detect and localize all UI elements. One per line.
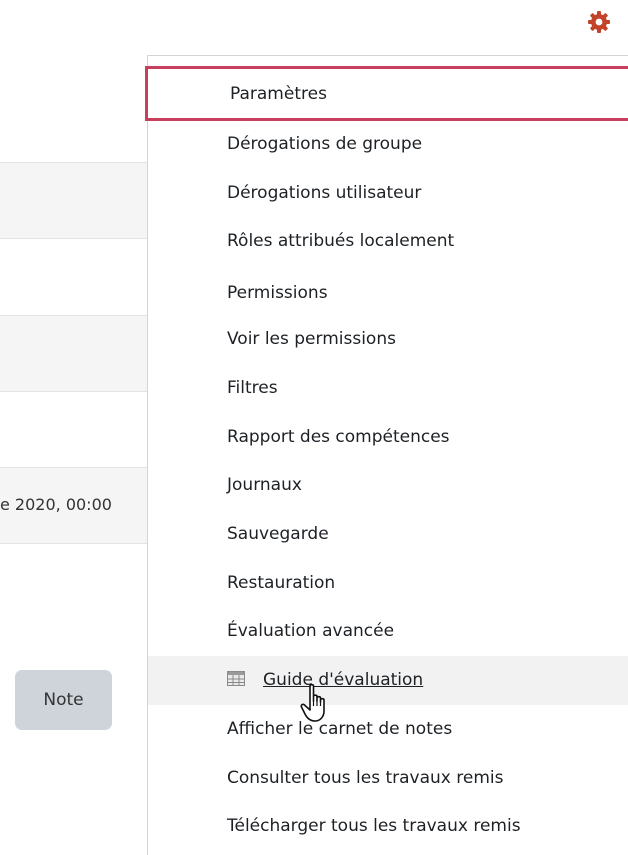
menu-item-telecharger-travaux[interactable]: Télécharger tous les travaux remis [148, 802, 628, 851]
hand-pointer-icon [300, 683, 325, 722]
menu-item-filtres[interactable]: Filtres [148, 364, 628, 413]
menu-item-guide-evaluation[interactable]: Guide d'évaluation [148, 656, 628, 705]
menu-item-permissions[interactable]: Permissions [148, 269, 628, 318]
menu-item-evaluation-avancee[interactable]: Évaluation avancée [148, 607, 628, 656]
gear-icon[interactable] [587, 10, 611, 34]
menu-item-derogations-groupe[interactable]: Dérogations de groupe [148, 120, 628, 169]
menu-item-rapport-competences[interactable]: Rapport des compétences [148, 413, 628, 462]
menu-item-consulter-travaux[interactable]: Consulter tous les travaux remis [148, 754, 628, 803]
menu-item-carnet-notes[interactable]: Afficher le carnet de notes [148, 705, 628, 754]
menu-item-sauvegarde[interactable]: Sauvegarde [148, 510, 628, 559]
menu-item-voir-permissions[interactable]: Voir les permissions [148, 315, 628, 364]
menu-item-roles-attribues[interactable]: Rôles attribués localement [148, 217, 628, 266]
menu-item-derogations-utilisateur[interactable]: Dérogations utilisateur [148, 169, 628, 218]
menu-item-parametres[interactable]: Paramètres [145, 66, 628, 121]
menu-item-restauration[interactable]: Restauration [148, 559, 628, 608]
settings-dropdown-menu: Paramètres Dérogations de groupe Dérogat… [145, 55, 628, 855]
grid-icon [227, 670, 245, 686]
due-date-text: e 2020, 00:00 [0, 495, 112, 514]
menu-item-guide-evaluation-label[interactable]: Guide d'évaluation [263, 670, 423, 690]
note-button[interactable]: Note [15, 670, 112, 730]
menu-item-journaux[interactable]: Journaux [148, 461, 628, 510]
